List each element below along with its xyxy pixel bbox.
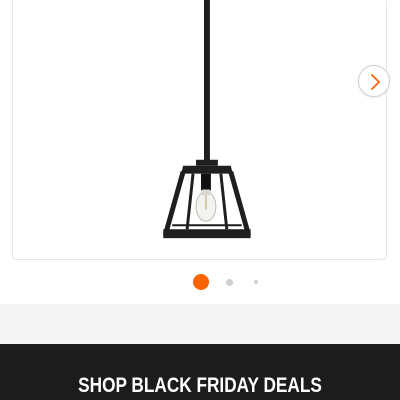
carousel-dot-active[interactable] (193, 274, 209, 290)
next-image-button[interactable] (358, 65, 390, 97)
chevron-right-icon (371, 74, 380, 90)
section-divider (0, 304, 400, 344)
carousel-dot[interactable] (254, 280, 258, 284)
product-image-card[interactable] (12, 0, 390, 260)
carousel-dot[interactable] (226, 279, 233, 286)
promo-label[interactable]: SHOP BLACK FRIDAY DEALS (36, 374, 364, 398)
pendant-light-image (162, 0, 252, 239)
black-friday-banner[interactable]: SHOP BLACK FRIDAY DEALS (0, 344, 400, 400)
carousel-indicator (0, 274, 400, 290)
